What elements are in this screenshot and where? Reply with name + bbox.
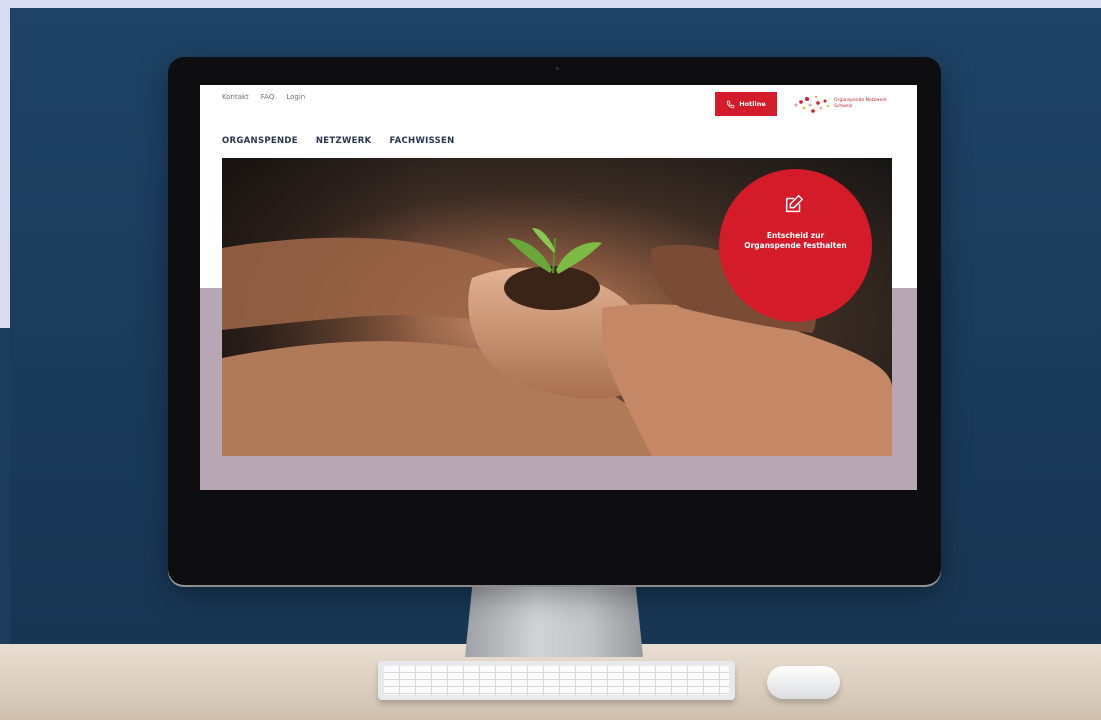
nav-item-fachwissen[interactable]: FACHWISSEN [389,136,454,146]
keyboard [378,661,735,700]
hotline-button[interactable]: Hotline [715,92,777,116]
background-band-left [0,0,10,328]
monitor-stand [465,587,643,657]
organization-logo[interactable]: Organspende Netzwerk Schweiz [792,93,902,117]
keyboard-keys [384,666,729,695]
nav-item-organspende[interactable]: ORGANSPENDE [222,136,298,146]
decision-cta-circle[interactable]: Entscheid zur Organspende festhalten [719,169,872,322]
main-nav: ORGANSPENDE NETZWERK FACHWISSEN [222,136,455,146]
scene: Kontakt FAQ Login Hotline Organspende Ne… [0,0,1101,720]
camera-dot [556,67,559,70]
phone-icon [726,100,735,108]
logo-dots-icon [794,95,830,113]
cta-line-1: Entscheid zur [766,231,825,240]
mouse [767,666,840,699]
nav-item-netzwerk[interactable]: NETZWERK [316,136,372,146]
top-utility-nav: Kontakt FAQ Login [222,93,305,101]
top-link-faq[interactable]: FAQ [261,93,275,101]
top-link-login[interactable]: Login [286,93,305,101]
website-screen: Kontakt FAQ Login Hotline Organspende Ne… [200,85,917,490]
cta-text: Entscheid zur Organspende festhalten [719,231,872,251]
background-band-top [0,0,1101,8]
keyboard-rows [384,666,729,695]
edit-icon [785,194,804,213]
logo-line-2: Schweiz [834,104,853,109]
cta-line-2: Organspende festhalten [744,241,847,250]
logo-wordmark: Organspende Netzwerk Schweiz [834,98,887,110]
hotline-label: Hotline [739,100,766,108]
top-link-kontakt[interactable]: Kontakt [222,93,249,101]
